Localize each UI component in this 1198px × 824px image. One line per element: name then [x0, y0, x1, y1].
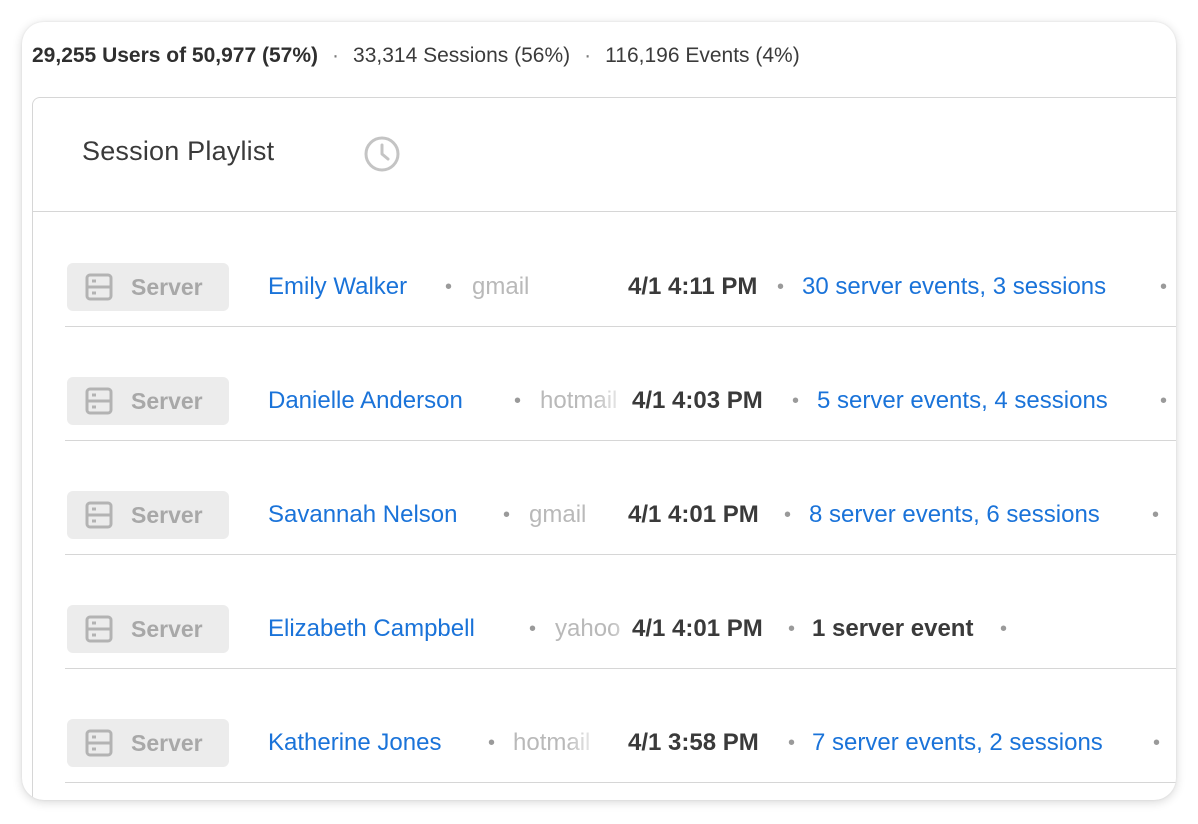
separator-dot: • [777, 276, 785, 298]
email-domain: hotmail [540, 387, 618, 414]
user-name-link[interactable]: Elizabeth Campbell [268, 614, 475, 644]
badge-label: Server [131, 501, 203, 528]
session-playlist-panel: Session Playlist Server Emily Walker • gmai… [32, 97, 1176, 800]
events-link[interactable]: 7 server events, 2 sessions [812, 728, 1103, 758]
session-time: 4/1 4:11 PM [628, 273, 758, 300]
server-icon [85, 387, 113, 415]
panel-title: Session Playlist [82, 136, 275, 166]
sessions-count: 33,314 Sessions (56%) [353, 44, 571, 67]
server-badge: Server [67, 719, 229, 767]
server-icon [85, 273, 113, 301]
separator-dot: • [792, 390, 800, 412]
session-row[interactable]: Server Emily Walker • gmail 4/1 4:11 PM • 30 s… [65, 213, 1176, 327]
events-count: 116,196 Events (4%) [605, 44, 800, 67]
separator-dot: • [503, 504, 511, 526]
separator-dot: • [514, 390, 522, 412]
session-time: 4/1 3:58 PM [628, 729, 759, 756]
events-link[interactable]: 30 server events, 3 sessions [802, 272, 1106, 302]
user-name-link[interactable]: Emily Walker [268, 272, 407, 302]
separator-dot: • [788, 618, 796, 640]
separator-dot: • [1000, 618, 1008, 640]
clock-icon[interactable] [363, 135, 401, 173]
events-count: 1 server event [812, 615, 974, 642]
separator-dot: • [1160, 390, 1168, 412]
separator-dot: • [1152, 504, 1160, 526]
badge-label: Server [131, 615, 203, 642]
separator-dot: • [488, 732, 496, 754]
badge-label: Server [131, 273, 203, 300]
session-row[interactable]: Server Katherine Jones • hotmail 4/1 3:58 PM… [65, 669, 1176, 783]
server-badge: Server [67, 491, 229, 539]
session-time: 4/1 4:01 PM [632, 615, 763, 642]
server-badge: Server [67, 377, 229, 425]
session-row[interactable]: Server Danielle Anderson • hotmail 4/1 4:03 … [65, 327, 1176, 441]
separator-dot: • [784, 504, 792, 526]
session-card: 29,255 Users of 50,977 (57%) · 33,314 Se… [22, 22, 1176, 800]
email-domain: gmail [529, 501, 587, 528]
email-domain: hotmail [513, 729, 591, 756]
separator-dot: • [529, 618, 537, 640]
badge-label: Server [131, 387, 203, 414]
user-name-link[interactable]: Katherine Jones [268, 728, 441, 758]
server-icon [85, 729, 113, 757]
separator-dot: • [788, 732, 796, 754]
server-badge: Server [67, 263, 229, 311]
events-link[interactable]: 5 server events, 4 sessions [817, 386, 1108, 416]
session-row[interactable]: Server Elizabeth Campbell • yahoo 4/1 4:01 P… [65, 555, 1176, 669]
session-time: 4/1 4:03 PM [632, 387, 763, 414]
users-count: 29,255 Users of 50,977 (57%) [32, 44, 319, 67]
server-icon [85, 615, 113, 643]
session-time: 4/1 4:01 PM [628, 501, 759, 528]
separator-dot: • [1153, 732, 1161, 754]
separator-dot: · [332, 44, 340, 67]
separator-dot: • [445, 276, 453, 298]
events-link[interactable]: 8 server events, 6 sessions [809, 500, 1100, 530]
panel-header: Session Playlist [33, 98, 1176, 212]
user-name-link[interactable]: Savannah Nelson [268, 500, 457, 530]
user-name-link[interactable]: Danielle Anderson [268, 386, 463, 416]
server-icon [85, 501, 113, 529]
summary-bar: 29,255 Users of 50,977 (57%) · 33,314 Se… [32, 44, 800, 68]
badge-label: Server [131, 729, 203, 756]
separator-dot: • [1160, 276, 1168, 298]
server-badge: Server [67, 605, 229, 653]
session-row[interactable]: Server Savannah Nelson • gmail 4/1 4:01 PM • 8… [65, 441, 1176, 555]
separator-dot: · [584, 44, 592, 67]
email-domain: gmail [472, 273, 530, 300]
